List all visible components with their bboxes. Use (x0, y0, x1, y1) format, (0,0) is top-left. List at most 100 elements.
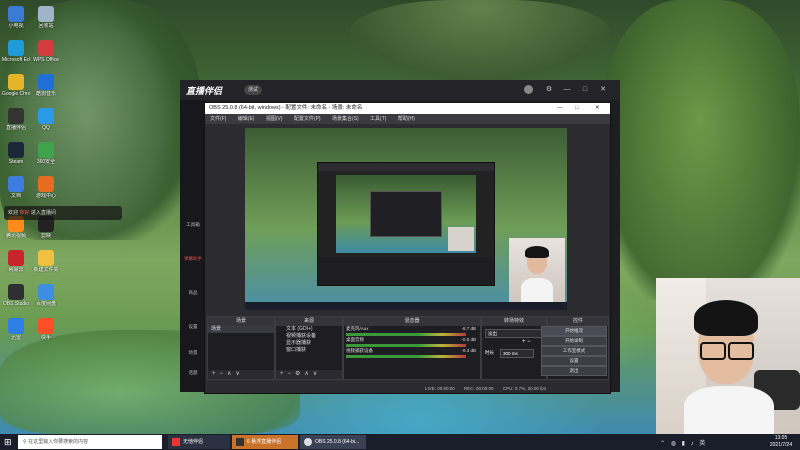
obs-maximize-icon[interactable]: □ (575, 103, 578, 114)
obs-close-icon[interactable]: ✕ (595, 103, 600, 114)
sidebar-item-danmu[interactable]: 弹幕助手 (182, 256, 204, 262)
taskbar-app-wutabanlv[interactable]: 无他伴侣 (168, 435, 230, 449)
menu-profile[interactable]: 配置文件(P) (294, 116, 321, 122)
mixer-panel: 混音器 麦克风/Aux -8.7 dB 桌面音频 -0.0 dB 视频捕获设备 … (343, 316, 481, 380)
rec-status: REC: 00:00:00 (464, 386, 494, 391)
menu-file[interactable]: 文件(F) (210, 116, 226, 122)
menu-edit[interactable]: 编辑(E) (238, 116, 255, 122)
obs-preview[interactable] (245, 128, 567, 310)
desktop-icon[interactable]: OBS Studio (2, 284, 30, 307)
mixer-panel-title: 混音器 (344, 317, 480, 326)
move-down-icon[interactable]: ∨ (313, 371, 317, 377)
exit-button[interactable]: 退出 (541, 366, 607, 376)
glasses-right (728, 342, 754, 360)
duration-label: 时长 (485, 350, 494, 355)
desktop-icon[interactable]: 酷狗音乐 (32, 74, 60, 97)
taskbar-app-live-helper[interactable]: 6 悬浮直播伴侣 (232, 435, 298, 449)
menu-view[interactable]: 视图(V) (266, 116, 283, 122)
obs-menu-bar: 文件(F) 编辑(E) 视图(V) 配置文件(P) 场景集合(S) 工具(T) … (205, 114, 610, 124)
glasses-left (700, 342, 726, 360)
maximize-icon[interactable]: □ (580, 85, 590, 95)
obs-minimize-icon[interactable]: — (557, 103, 563, 114)
add-source-button[interactable]: + (280, 371, 284, 377)
desktop-icon[interactable]: 百度网盘 (32, 284, 60, 307)
start-streaming-button[interactable]: 开始推流 (541, 326, 607, 336)
minimize-icon[interactable]: — (562, 85, 572, 95)
remove-source-button[interactable]: − (288, 371, 292, 377)
menu-tools[interactable]: 工具(T) (370, 116, 386, 122)
app-icon (8, 284, 24, 300)
channel-name: 麦克风/Aux (346, 326, 369, 331)
move-up-icon[interactable]: ∧ (304, 371, 308, 377)
desktop-icon[interactable]: Steam (2, 142, 30, 165)
sidebar-item-scene[interactable]: 场景 (182, 350, 204, 356)
desktop-icon[interactable]: 网易云 (2, 250, 30, 273)
sidebar-item-toolbox[interactable]: 工具箱 (182, 222, 204, 228)
studio-mode-button[interactable]: 工作室模式 (541, 346, 607, 356)
scene-item[interactable]: 场景 (208, 326, 274, 333)
app-icon (8, 6, 24, 22)
duration-input[interactable]: 300 ms (500, 349, 534, 358)
app-icon (8, 176, 24, 192)
desktop-icon[interactable]: 新建文件夹 (32, 250, 60, 273)
desktop-icon[interactable]: Google Chrome (2, 74, 30, 97)
taskbar-search-input[interactable]: ⚲ 在这里输入你要搜索的内容 (18, 435, 162, 449)
taskbar-clock[interactable]: 13:05 2021/7/24 (762, 435, 800, 449)
preview-taskbar (245, 302, 567, 310)
sidebar-item-settings[interactable]: 设置 (182, 324, 204, 330)
taskbar: ⊞ ⚲ 在这里输入你要搜索的内容 无他伴侣 6 悬浮直播伴侣 OBS 25.0.… (0, 434, 800, 450)
desktop-icon[interactable]: WPS Office (32, 40, 60, 63)
source-settings-icon[interactable]: ⚙ (295, 371, 300, 377)
settings-button[interactable]: 设置 (541, 356, 607, 366)
notification-user: 你好 (19, 210, 30, 216)
sidebar-item-topic[interactable]: 话题 (182, 370, 204, 376)
desktop-icon-label: 剪映 (40, 233, 51, 239)
move-up-icon[interactable]: ∧ (227, 371, 231, 377)
remove-scene-button[interactable]: − (220, 371, 224, 377)
source-item[interactable]: 显示器捕获 (276, 340, 342, 347)
controls-panel-title: 控件 (548, 317, 608, 326)
transition-select[interactable]: 淡出 (485, 329, 545, 338)
notification-suffix: 进入直播间 (30, 210, 56, 216)
move-down-icon[interactable]: ∨ (235, 371, 239, 377)
source-item[interactable]: 视频捕获设备 (276, 333, 342, 340)
desktop-icon[interactable]: 360安全 (32, 142, 60, 165)
system-tray-icons[interactable]: ⌃ ◍ ▮ ♪ 英 (660, 438, 707, 447)
taskbar-app-obs[interactable]: OBS 25.0.8 (64-bi... (300, 435, 366, 449)
app-icon (38, 176, 54, 192)
app-icon (236, 438, 244, 446)
menu-scene-collection[interactable]: 场景集合(S) (332, 116, 359, 122)
desktop-icon[interactable]: 文档 (2, 176, 30, 199)
close-icon[interactable]: ✕ (598, 85, 608, 95)
app-icon (8, 250, 24, 266)
desktop-icon[interactable]: Microsoft Edge (2, 40, 30, 63)
nested-webcam (448, 227, 474, 251)
desktop-icon-label: 回收站 (38, 23, 54, 29)
desktop-icon[interactable]: 游戏中心 (32, 176, 60, 199)
source-item[interactable]: 文本 (GDI+) (276, 326, 342, 333)
channel-db: -8.7 dB (461, 326, 476, 331)
menu-help[interactable]: 帮助(H) (398, 116, 415, 122)
helper-version-badge[interactable]: 测试 (244, 85, 263, 95)
add-scene-button[interactable]: + (212, 371, 216, 377)
sidebar-item-goods[interactable]: 商品 (182, 290, 204, 296)
desktop-icon[interactable]: 直播伴侣 (2, 108, 30, 131)
app-icon (8, 142, 24, 158)
start-recording-button[interactable]: 开始录制 (541, 336, 607, 346)
source-item[interactable]: 窗口捕获 (276, 347, 342, 354)
desktop-icon[interactable]: QQ (32, 108, 60, 131)
nested-obs-capture (317, 162, 495, 286)
settings-icon[interactable]: ⚙ (544, 85, 554, 95)
desktop-icon[interactable]: 回收站 (32, 6, 60, 29)
app-icon (38, 284, 54, 300)
obs-title: OBS 25.0.8 (64-bit, windows) - 配置文件: 未命名… (209, 105, 363, 111)
desktop-icon[interactable]: 快手 (32, 318, 60, 341)
windows-start-icon[interactable]: ⊞ (4, 437, 12, 447)
desktop-icon-label: 360安全 (36, 159, 56, 165)
avatar[interactable] (524, 85, 533, 94)
desktop-icon-label: WPS Office (33, 57, 59, 63)
add-transition-button[interactable]: + − (522, 339, 531, 345)
desktop-icon[interactable]: 迅雷 (2, 318, 30, 341)
desktop-icon[interactable]: 小电视 (2, 6, 30, 29)
app-icon (8, 318, 24, 334)
